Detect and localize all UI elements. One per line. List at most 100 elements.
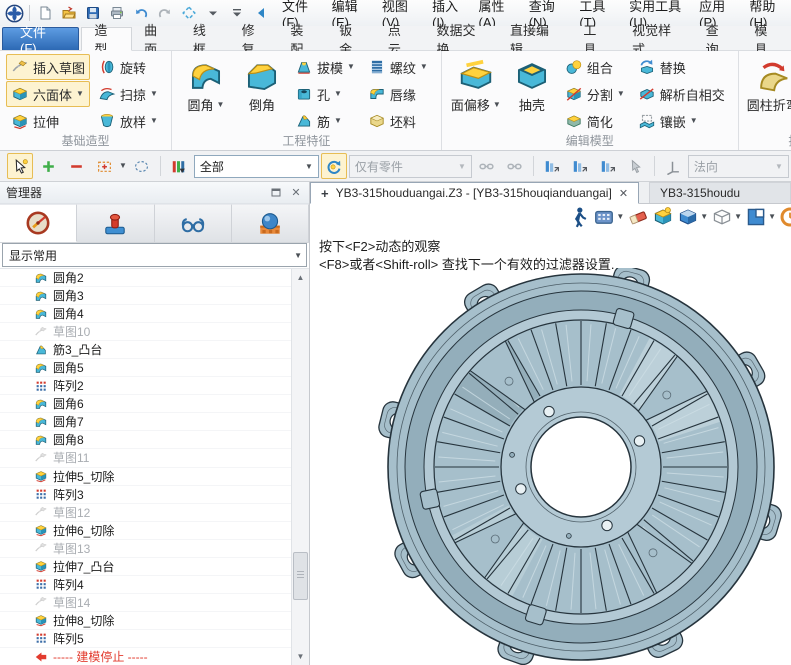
scroll-thumb[interactable] [293, 552, 308, 600]
ribbon-tab-直接编辑[interactable]: 直接编辑 [498, 28, 571, 50]
new-icon[interactable] [33, 2, 57, 24]
tree-item-拉伸8_切除[interactable]: 拉伸8_切除 [0, 612, 292, 630]
tree-scrollbar[interactable]: ▲ ▼ [291, 269, 309, 665]
listfilter-button[interactable] [567, 153, 593, 179]
tree-item-草图10[interactable]: 草图10 [0, 323, 292, 341]
ribbon-tab-造型[interactable]: 造型 [81, 27, 132, 51]
ribbon-button-筋[interactable]: 筋▼ [290, 108, 360, 134]
panel-close-icon[interactable]: ✕ [289, 187, 303, 199]
ribbon-tab-查询[interactable]: 查询 [694, 28, 743, 50]
open-icon[interactable] [57, 2, 81, 24]
listfilter-button[interactable] [595, 153, 621, 179]
ribbon-button-镶嵌[interactable]: 镶嵌▼ [633, 108, 730, 134]
ribbon-tab-钣金[interactable]: 钣金 [327, 28, 376, 50]
tree-filter-dropdown[interactable]: 显示常用 ▼ [2, 243, 307, 267]
ribbon-button-抽壳[interactable]: 抽壳 [504, 54, 560, 134]
ribbon-tab-点云[interactable]: 点云 [376, 28, 425, 50]
document-tab[interactable]: YB3-315houdu [649, 182, 791, 203]
manager-tab-render-manager[interactable] [232, 204, 309, 242]
tree-item-草图13[interactable]: 草图13 [0, 540, 292, 558]
ribbon-tab-工具[interactable]: 工具 [571, 28, 620, 50]
tree-item-圆角7[interactable]: 圆角7 [0, 413, 292, 431]
ribbon-tab-曲面[interactable]: 曲面 [132, 28, 181, 50]
graphics-canvas[interactable]: +YB3-315houduangai.Z3 - [YB3-315houqiand… [310, 182, 791, 665]
scroll-down-icon[interactable]: ▼ [292, 648, 309, 665]
ribbon-tab-线框[interactable]: 线框 [181, 28, 230, 50]
tree-item-草图11[interactable]: 草图11 [0, 449, 292, 467]
tree-item-阵列2[interactable]: 阵列2 [0, 377, 292, 395]
panel-restore-icon[interactable] [269, 187, 283, 199]
linkgray-button[interactable] [502, 153, 528, 179]
close-tab-icon[interactable]: ✕ [619, 187, 628, 200]
rectsel-button[interactable] [91, 153, 117, 179]
ribbon-button-解析自相交[interactable]: 解析自相交 [633, 81, 730, 107]
view-button-keypad[interactable]: ▼ [593, 206, 624, 228]
tree-item-草图12[interactable]: 草图12 [0, 504, 292, 522]
tree-item-圆角6[interactable]: 圆角6 [0, 395, 292, 413]
chevron-down-icon[interactable]: ▼ [734, 213, 742, 221]
part-filter-dropdown[interactable]: 仅有零件▼ [349, 155, 472, 178]
lasso-button[interactable] [129, 153, 155, 179]
ribbon-button-坯料[interactable]: 坯料 [363, 108, 433, 134]
ribbon-button-唇缘[interactable]: 唇缘 [363, 81, 433, 107]
ribbon-button-六面体[interactable]: 六面体▼ [6, 81, 90, 107]
3d-model-end-cover[interactable] [373, 268, 791, 665]
ribbon-button-扫掠[interactable]: 扫掠▼ [93, 81, 163, 107]
ribbon-button-插入草图[interactable]: 插入草图 [6, 54, 90, 80]
tree-item-阵列5[interactable]: 阵列5 [0, 630, 292, 648]
recycle-button[interactable] [321, 153, 347, 179]
tree-item-草图14[interactable]: 草图14 [0, 594, 292, 612]
chevron-down-icon[interactable]: ▼ [768, 213, 776, 221]
tree-item-阵列3[interactable]: 阵列3 [0, 486, 292, 504]
tree-item-拉伸6_切除[interactable]: 拉伸6_切除 [0, 522, 292, 540]
ribbon-button-拔模[interactable]: 拔模▼ [290, 54, 360, 80]
ribbon-button-分割[interactable]: 分割▼ [560, 81, 630, 107]
view-button-section[interactable]: ▼ [745, 206, 776, 228]
orientation-dropdown[interactable]: 法向▼ [688, 155, 789, 178]
pick-button[interactable] [7, 153, 33, 179]
ribbon-button-倒角[interactable]: 倒角 [234, 54, 290, 134]
plus-button[interactable] [35, 153, 61, 179]
axes-button[interactable] [660, 153, 686, 179]
ribbon-button-简化[interactable]: 简化 [560, 108, 630, 134]
tree-item-圆角2[interactable]: 圆角2 [0, 269, 292, 287]
manager-tab-history-manager[interactable] [0, 204, 77, 242]
ribbon-tab-数据交换[interactable]: 数据交换 [425, 28, 498, 50]
graycursor-button[interactable] [623, 153, 649, 179]
view-button-cubewire[interactable]: ▼ [711, 206, 742, 228]
ribbon-button-圆角[interactable]: 圆角▼ [178, 54, 234, 134]
tree-item-筋3_凸台[interactable]: 筋3_凸台 [0, 341, 292, 359]
listfilter-button[interactable] [539, 153, 565, 179]
tree-item-拉伸7_凸台[interactable]: 拉伸7_凸台 [0, 558, 292, 576]
ribbon-button-孔[interactable]: 孔▼ [290, 81, 360, 107]
colorfilter-button[interactable] [166, 153, 192, 179]
view-button-clock[interactable] [779, 206, 791, 228]
chevron-down-icon[interactable]: ▼ [119, 162, 127, 170]
ribbon-button-替换[interactable]: 替换 [633, 54, 730, 80]
ribbon-button-圆柱折弯[interactable]: 圆柱折弯 [745, 54, 791, 134]
ribbon-button-旋转[interactable]: 旋转 [93, 54, 163, 80]
ribbon-button-螺纹[interactable]: 螺纹▼ [363, 54, 433, 80]
scroll-up-icon[interactable]: ▲ [292, 269, 309, 286]
new-tab-icon[interactable]: + [321, 186, 329, 201]
ribbon-button-面偏移[interactable]: 面偏移▼ [448, 54, 504, 134]
ribbon-tab-装配[interactable]: 装配 [278, 28, 327, 50]
view-button-pinbox[interactable] [652, 206, 674, 228]
ribbon-tab-修复[interactable]: 修复 [230, 28, 279, 50]
manager-tab-visibility-manager[interactable] [155, 204, 232, 242]
ribbon-tab-视觉样式[interactable]: 视觉样式 [620, 28, 693, 50]
ribbon-file-tab[interactable]: 文件(F) [2, 27, 79, 50]
manager-tab-assembly-manager[interactable] [77, 204, 154, 242]
tree-item-拉伸5_切除[interactable]: 拉伸5_切除 [0, 468, 292, 486]
document-tab[interactable]: +YB3-315houduangai.Z3 - [YB3-315houqiand… [310, 182, 639, 204]
view-button-cubeshaded[interactable]: ▼ [677, 206, 708, 228]
tree-item-阵列4[interactable]: 阵列4 [0, 576, 292, 594]
tree-item------ 建模停止 -----[interactable]: ----- 建模停止 ----- [0, 648, 292, 665]
minus-button[interactable] [63, 153, 89, 179]
view-button-eraser[interactable] [627, 206, 649, 228]
linkgray-button[interactable] [474, 153, 500, 179]
entity-filter-dropdown[interactable]: 全部▼ [194, 155, 319, 178]
tree-item-圆角4[interactable]: 圆角4 [0, 305, 292, 323]
ribbon-button-组合[interactable]: 组合 [560, 54, 630, 80]
ribbon-button-拉伸[interactable]: 拉伸 [6, 108, 90, 134]
